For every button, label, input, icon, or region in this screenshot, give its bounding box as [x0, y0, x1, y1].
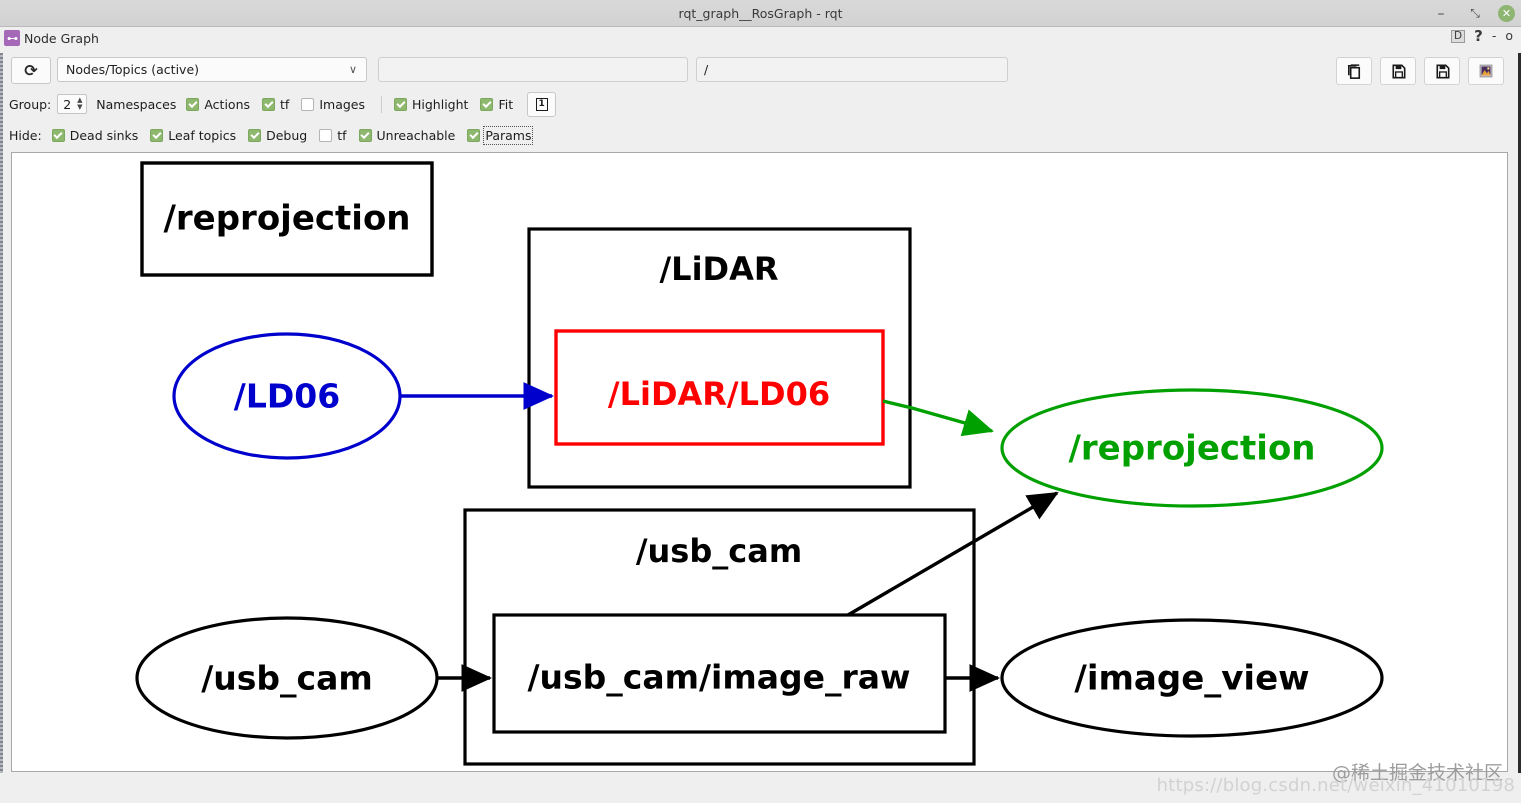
checkbox-images-label: Images [319, 96, 365, 112]
graph-node-usb-cam-image-raw-label: /usb_cam/image_raw [527, 658, 910, 697]
node-filter-input[interactable] [378, 57, 688, 82]
checkbox-debug-box[interactable] [248, 128, 262, 142]
graph-type-select[interactable]: Nodes/Topics (active) ∨ [57, 57, 367, 82]
plugin-close-button[interactable]: o [1505, 30, 1513, 43]
graph-node-usb-cam-image-raw[interactable]: /usb_cam/image_raw [492, 613, 947, 734]
toolbar-separator [381, 95, 382, 113]
plugin-title-group: Node Graph [4, 30, 99, 46]
status-strip [0, 773, 1521, 803]
checkbox-fit-box[interactable] [480, 97, 494, 111]
group-stepper[interactable]: 2 ▲ ▼ [57, 94, 88, 114]
checkbox-leaf-topics-label: Leaf topics [168, 127, 237, 143]
checkbox-fit-label: Fit [498, 96, 514, 112]
toolbar-action-buttons [1336, 57, 1504, 85]
window-titlebar: rqt_graph__RosGraph - rqt – ⤡ ✕ [0, 0, 1521, 27]
checkbox-unreachable-label: Unreachable [376, 127, 456, 143]
checkbox-params[interactable]: Params [463, 125, 535, 145]
checkbox-actions-box[interactable] [186, 97, 200, 111]
toolbar-primary: ⟳ Nodes/Topics (active) ∨ / [0, 53, 1521, 89]
checkbox-tf-top[interactable]: tf [258, 97, 293, 112]
plugin-help-button[interactable]: ? [1474, 29, 1483, 44]
checkbox-dead-sinks[interactable]: Dead sinks [48, 128, 143, 143]
checkbox-unreachable[interactable]: Unreachable [355, 128, 460, 143]
graph-node-usb-cam-ellipse[interactable]: /usb_cam [135, 616, 439, 740]
checkbox-images[interactable]: Images [297, 97, 369, 112]
hide-label: Hide: [9, 127, 42, 143]
checkbox-dead-sinks-label: Dead sinks [69, 127, 139, 143]
refresh-button[interactable]: ⟳ [11, 57, 51, 84]
stepper-arrows-icon[interactable]: ▲ ▼ [74, 95, 85, 113]
node-graph-icon [4, 30, 20, 46]
checkbox-images-box[interactable] [301, 97, 315, 111]
plugin-controls: D ? - o [1451, 29, 1513, 44]
checkbox-highlight-label: Highlight [412, 96, 469, 112]
rqt-window: rqt_graph__RosGraph - rqt – ⤡ ✕ Node Gra… [0, 0, 1521, 803]
graph-node-reprojection-box[interactable]: /reprojection [140, 161, 434, 277]
plugin-dock-button[interactable]: D [1451, 30, 1466, 43]
graph-node-lidar-ld06[interactable]: /LiDAR/LD06 [554, 329, 885, 446]
group-value: 2 [63, 96, 72, 112]
save-as-dot-button[interactable] [1380, 57, 1416, 85]
graph-node-reprojection-box-label: /reprojection [163, 199, 410, 239]
fit-in-view-button[interactable]: 1 [527, 91, 557, 117]
graph-node-image-view-label: /image_view [1074, 659, 1309, 699]
plugin-minimize-button[interactable]: - [1492, 30, 1497, 43]
graph-node-image-view[interactable]: /image_view [1000, 618, 1384, 738]
plugin-name-label: Node Graph [24, 30, 99, 46]
checkbox-params-label: Params [483, 125, 534, 145]
toolbar-hide-row: Hide: Dead sinks Leaf topics Debug tf Un… [0, 124, 539, 146]
image-preview-button[interactable] [1468, 57, 1504, 85]
checkbox-tf-top-label: tf [280, 96, 290, 112]
checkbox-highlight[interactable]: Highlight [390, 97, 472, 112]
checkbox-debug-label: Debug [266, 127, 308, 143]
fit-in-view-icon: 1 [535, 97, 548, 111]
group-label: Group: [9, 96, 52, 112]
checkbox-highlight-box[interactable] [394, 97, 407, 111]
topic-filter-input[interactable]: / [696, 57, 1008, 82]
graph-canvas[interactable]: /reprojection /LiDAR /LiDAR/LD06 /LD06 /… [11, 152, 1508, 772]
checkbox-actions-label: Actions [204, 96, 251, 112]
save-as-image-button[interactable] [1424, 57, 1460, 85]
checkbox-params-box[interactable] [467, 128, 481, 142]
checkbox-leaf-topics[interactable]: Leaf topics [146, 128, 240, 143]
checkbox-tf-hide-box[interactable] [319, 128, 333, 142]
toolbar-options-row: Group: 2 ▲ ▼ Namespaces Actions tf Images… [0, 91, 557, 117]
graph-cluster-lidar-label: /LiDAR [659, 250, 778, 288]
chevron-down-icon: ∨ [348, 63, 358, 76]
plugin-header: Node Graph D ? - o [0, 27, 1521, 53]
graph-node-usb-cam-ellipse-label: /usb_cam [201, 659, 373, 698]
checkbox-debug[interactable]: Debug [244, 128, 311, 143]
checkbox-unreachable-box[interactable] [358, 128, 372, 142]
checkbox-actions[interactable]: Actions [182, 97, 254, 112]
graph-node-lidar-ld06-label: /LiDAR/LD06 [608, 375, 830, 413]
graph-node-reprojection-ellipse-label: /reprojection [1068, 429, 1315, 469]
graph-type-selected-label: Nodes/Topics (active) [66, 62, 200, 77]
checkbox-leaf-topics-box[interactable] [150, 128, 164, 142]
ros-graph-svg: /reprojection /LiDAR /LiDAR/LD06 /LD06 /… [135, 161, 1384, 766]
namespaces-label: Namespaces [96, 96, 177, 112]
graph-node-ld06-label: /LD06 [234, 377, 340, 416]
checkbox-tf-top-box[interactable] [262, 97, 276, 111]
checkbox-tf-hide-label: tf [337, 127, 347, 143]
graph-node-reprojection-ellipse[interactable]: /reprojection [1000, 388, 1384, 508]
checkbox-dead-sinks-box[interactable] [51, 128, 65, 142]
checkbox-fit[interactable]: Fit [476, 97, 517, 112]
checkbox-tf-hide[interactable]: tf [315, 128, 350, 143]
window-controls: – ⤡ ✕ [1430, 0, 1515, 27]
copy-to-clipboard-button[interactable] [1336, 57, 1372, 85]
window-minimize-button[interactable]: – [1430, 3, 1452, 25]
graph-cluster-usb-cam-label: /usb_cam [636, 532, 802, 570]
window-close-button[interactable]: ✕ [1498, 5, 1515, 22]
graph-node-ld06[interactable]: /LD06 [172, 332, 402, 460]
window-maximize-button[interactable]: ⤡ [1464, 3, 1486, 25]
window-title: rqt_graph__RosGraph - rqt [678, 6, 843, 21]
refresh-icon: ⟳ [24, 60, 38, 80]
